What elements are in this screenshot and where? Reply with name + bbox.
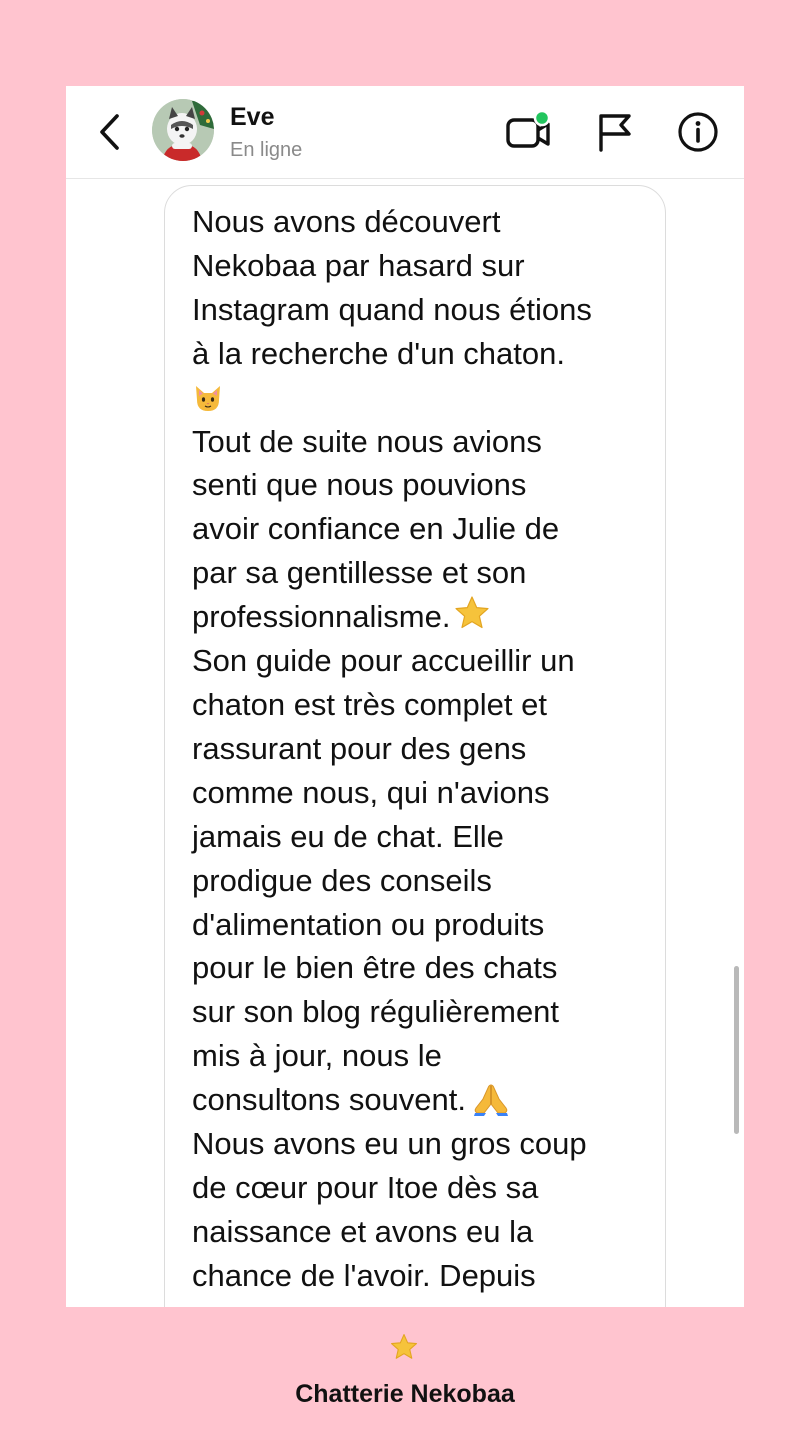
chat-header: Eve En ligne — [66, 86, 744, 179]
avatar[interactable] — [152, 99, 214, 161]
video-call-icon — [506, 109, 551, 148]
info-icon — [678, 112, 718, 152]
message-line: sur son blog régulièrement — [192, 994, 560, 1030]
message-line: chance de l'avoir. Depuis — [192, 1257, 536, 1293]
message-line: d'alimentation ou produits — [192, 906, 545, 942]
folded-hands-icon — [474, 1084, 509, 1117]
message-line: Son guide pour accueillir un — [192, 643, 575, 679]
message-line: comme nous, qui n'avions — [192, 774, 550, 810]
star-icon — [455, 596, 490, 629]
message-line: jamais eu de chat. Elle — [192, 818, 504, 854]
message-line: Nekobaa par hasard sur — [192, 247, 525, 283]
message-line: à la recherche d'un chaton. — [192, 335, 565, 371]
message-text: Nous avons découvert Nekobaa par hasard … — [192, 200, 652, 1298]
avatar-image — [152, 99, 214, 161]
message-line: pour le bien être des chats — [192, 950, 558, 986]
message-line: senti que nous pouvions — [192, 467, 527, 503]
contact-name[interactable]: Eve — [230, 103, 274, 132]
back-button[interactable] — [92, 110, 128, 154]
cat-face-icon — [196, 385, 220, 411]
scrollbar[interactable] — [734, 966, 739, 1134]
flag-button[interactable] — [591, 108, 639, 156]
info-button[interactable] — [674, 108, 722, 156]
message-line: chaton est très complet et — [192, 686, 547, 722]
message-line: par sa gentillesse et son — [192, 555, 527, 591]
message-line-emoji — [192, 376, 652, 420]
contact-status: En ligne — [230, 139, 303, 161]
message-line: mis à jour, nous le — [192, 1038, 442, 1074]
footer-title: Chatterie Nekobaa — [295, 1380, 515, 1408]
message-line: rassurant pour des gens — [192, 730, 527, 766]
message-line: Tout de suite nous avions — [192, 423, 542, 459]
message-thread: Nous avons découvert Nekobaa par hasard … — [66, 179, 744, 1307]
message-line: Nous avons découvert — [192, 204, 501, 239]
chat-window: Eve En ligne Nous avons découvert Nekoba… — [66, 86, 744, 1307]
message-line-with-emoji: consultons souvent. — [192, 1078, 652, 1122]
message-line: prodigue des conseils — [192, 862, 492, 898]
message-line: professionnalisme. — [192, 599, 451, 635]
message-line: de cœur pour Itoe dès sa — [192, 1169, 539, 1205]
message-line: Instagram quand nous étions — [192, 291, 592, 327]
message-line: avoir confiance en Julie de — [192, 511, 560, 547]
message-line: consultons souvent. — [192, 1082, 467, 1118]
message-line: Nous avons eu un gros coup — [192, 1126, 587, 1162]
flag-icon — [599, 114, 631, 152]
star-icon — [391, 1334, 417, 1359]
message-line-with-emoji: professionnalisme. — [192, 595, 652, 639]
message-line: naissance et avons eu la — [192, 1213, 534, 1249]
chevron-left-icon — [100, 114, 119, 150]
video-call-button[interactable] — [504, 108, 552, 156]
